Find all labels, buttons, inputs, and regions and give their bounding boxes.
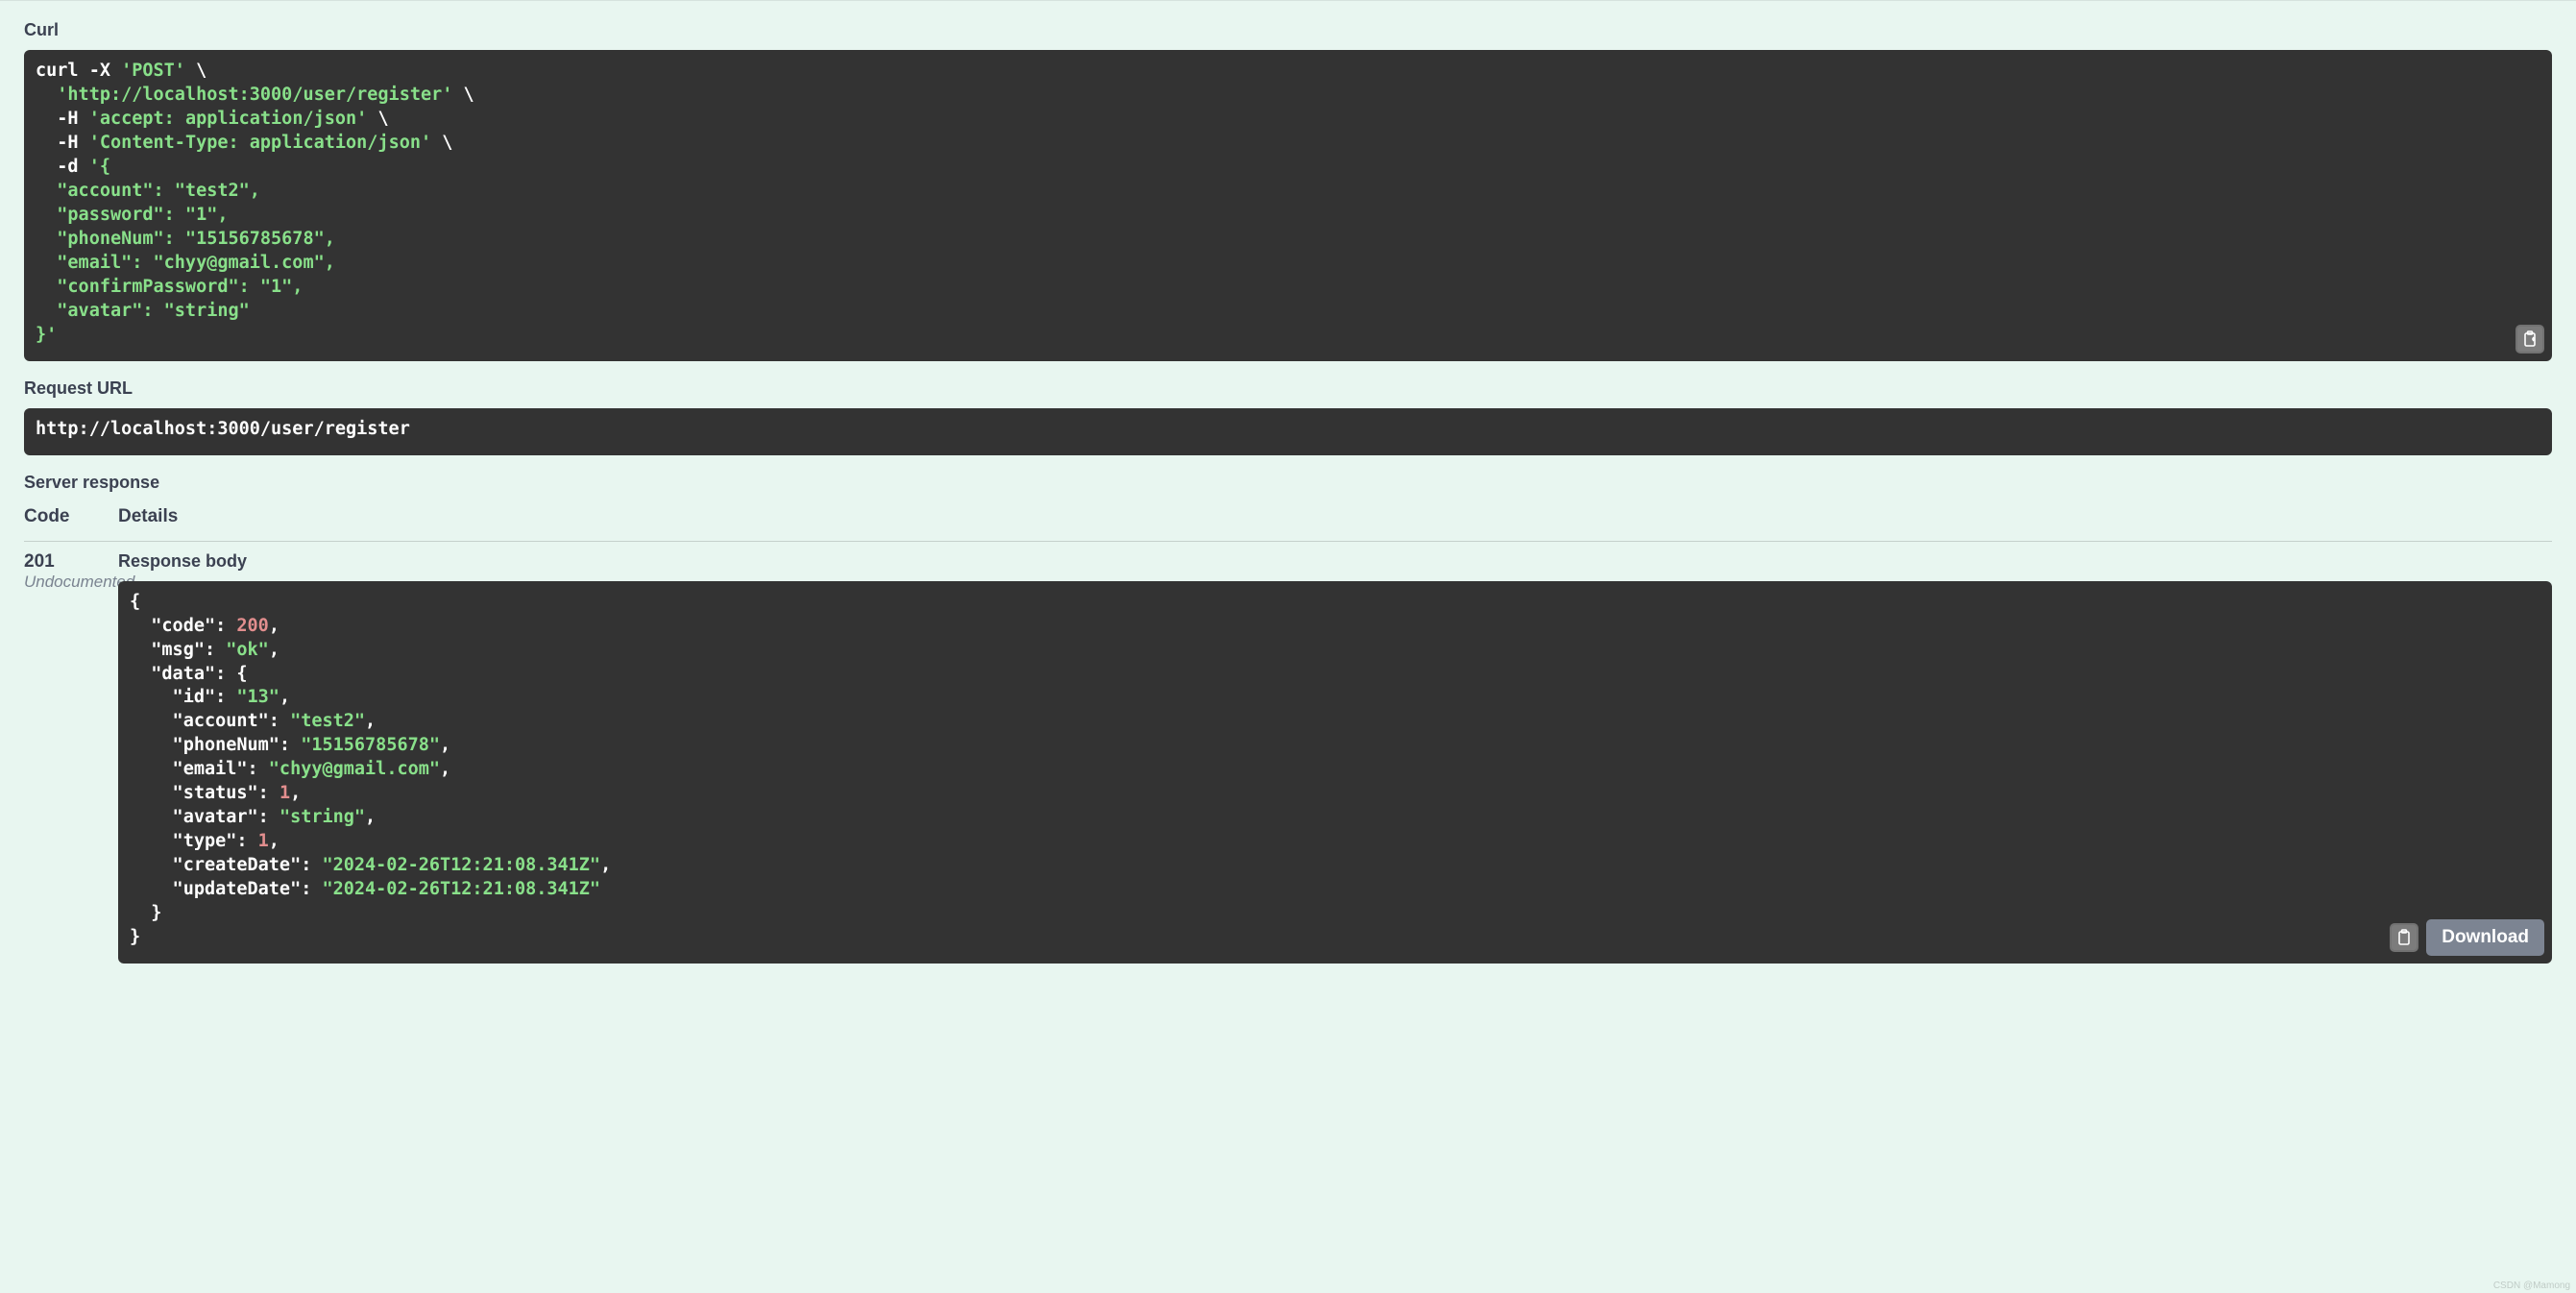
curl-url: 'http://localhost:3000/user/register' xyxy=(57,85,452,105)
curl-section-title: Curl xyxy=(24,20,2552,40)
curl-cmd: curl -X xyxy=(36,61,110,81)
watermark: CSDN @Mamong xyxy=(2493,1281,2570,1291)
curl-copy-button[interactable] xyxy=(2515,325,2544,354)
request-url-title: Request URL xyxy=(24,378,2552,399)
curl-method: 'POST' xyxy=(121,61,185,81)
column-details-header: Details xyxy=(118,506,178,527)
response-body-block: { "code": 200, "msg": "ok", "data": { "i… xyxy=(118,581,2552,964)
column-code-header: Code xyxy=(24,506,118,527)
response-row: 201 Undocumented Response body { "code":… xyxy=(24,551,2552,964)
response-body-title: Response body xyxy=(118,551,2552,572)
response-code: 201 xyxy=(24,551,118,573)
download-button[interactable]: Download xyxy=(2426,919,2544,956)
request-url-block: http://localhost:3000/user/register xyxy=(24,408,2552,455)
curl-code-block: curl -X 'POST' \ 'http://localhost:3000/… xyxy=(24,50,2552,361)
clipboard-icon xyxy=(2396,929,2412,946)
server-response-title: Server response xyxy=(24,473,2552,493)
response-header-row: Code Details xyxy=(24,506,2552,542)
swagger-response-panel: Curl curl -X 'POST' \ 'http://localhost:… xyxy=(0,0,2576,983)
clipboard-icon xyxy=(2522,330,2538,348)
response-copy-button[interactable] xyxy=(2390,923,2418,952)
response-code-desc: Undocumented xyxy=(24,573,118,592)
request-url-value: http://localhost:3000/user/register xyxy=(36,419,410,439)
